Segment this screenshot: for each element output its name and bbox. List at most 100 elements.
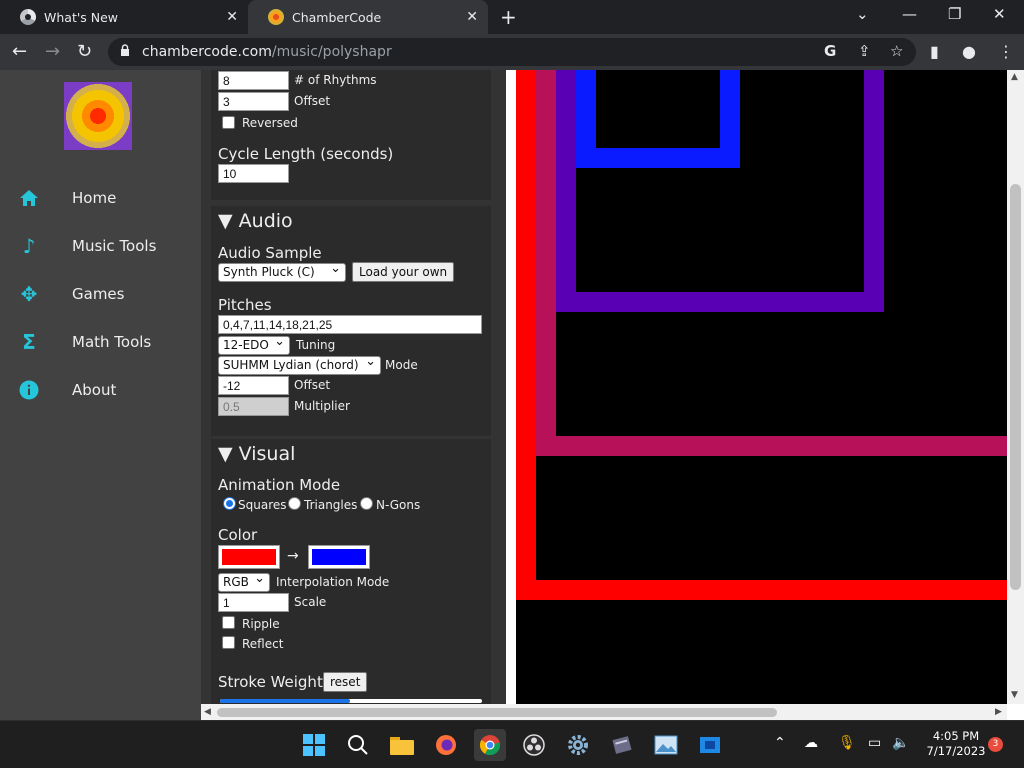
stroke-weight-reset-button[interactable]: reset: [323, 672, 368, 692]
chrome-icon: [20, 9, 36, 25]
pitches-input[interactable]: [218, 315, 482, 334]
bookmark-star-icon[interactable]: ☆: [890, 42, 903, 60]
canvas-margin: [506, 70, 516, 720]
minimize-icon[interactable]: —: [902, 5, 917, 23]
firefox-icon[interactable]: [430, 729, 462, 761]
cycle-length-input[interactable]: [218, 164, 289, 183]
windows-taskbar: ⌃ ☁ 🎙 ▭ 🔈 4:05 PM 7/17/2023 3: [0, 720, 1024, 768]
close-tab-icon[interactable]: ✕: [226, 9, 238, 25]
nav-item-home[interactable]: Home: [0, 178, 201, 218]
color-from-swatch[interactable]: [218, 545, 280, 569]
pitches-label: Pitches: [218, 296, 272, 314]
volume-icon[interactable]: 🔈: [892, 735, 909, 751]
audio-panel: ▼ Audio Audio Sample Synth Pluck (C) Loa…: [211, 206, 491, 436]
visual-panel: ▼ Visual Animation Mode Squares Triangle…: [211, 439, 491, 720]
scale-input[interactable]: [218, 593, 289, 612]
reflect-checkbox[interactable]: [222, 636, 235, 649]
back-icon[interactable]: ←: [12, 41, 27, 62]
mode-ngons-radio[interactable]: [360, 497, 373, 510]
sigma-icon: Σ: [22, 330, 36, 354]
onedrive-icon[interactable]: ☁: [804, 735, 818, 751]
horizontal-scrollbar[interactable]: ◀ ▶: [201, 704, 1007, 720]
web-page: Home ♪ Music Tools ✥ Games Σ Math Tools …: [0, 70, 1024, 720]
ripple-checkbox[interactable]: [222, 616, 235, 629]
audio-sample-label: Audio Sample: [218, 244, 322, 262]
pitch-offset-label: Offset: [294, 378, 331, 392]
nav-item-music-tools[interactable]: ♪ Music Tools: [0, 226, 201, 266]
search-icon[interactable]: [342, 729, 374, 761]
tuning-select[interactable]: 12-EDO: [218, 334, 290, 355]
interpolation-select[interactable]: RGB: [218, 571, 270, 592]
nav-item-about[interactable]: About: [0, 370, 201, 410]
browser-toolbar: ← → ↻ chambercode.com/music/polyshapr G …: [0, 34, 1024, 70]
num-rhythms-input[interactable]: [218, 71, 289, 90]
restore-icon[interactable]: ❐: [948, 5, 961, 23]
profile-icon[interactable]: ●: [962, 42, 976, 61]
notification-badge[interactable]: 3: [988, 737, 1003, 752]
tab-chambercode[interactable]: ChamberCode ✕: [248, 0, 488, 34]
microphone-icon[interactable]: 🎙: [838, 735, 856, 751]
clock-date: 7/17/2023: [926, 744, 986, 758]
address-bar[interactable]: chambercode.com/music/polyshapr G ⇪ ☆: [108, 38, 916, 66]
taskbar-clock[interactable]: 4:05 PM 7/17/2023: [920, 729, 992, 759]
reload-icon[interactable]: ↻: [77, 41, 92, 62]
chrome-taskbar-icon[interactable]: [474, 729, 506, 761]
visual-section-toggle[interactable]: ▼ Visual: [218, 443, 295, 465]
scroll-right-icon[interactable]: ▶: [995, 707, 1002, 717]
settings-gear-icon[interactable]: [562, 729, 594, 761]
file-explorer-icon[interactable]: [386, 729, 418, 761]
pitch-offset-input[interactable]: [218, 376, 289, 395]
nav-label: Music Tools: [72, 237, 157, 255]
tab-search-icon[interactable]: ⌄: [856, 5, 869, 23]
video-editor-icon[interactable]: [606, 729, 638, 761]
mode-select[interactable]: SUHMM Lydian (chord): [218, 354, 381, 375]
vertical-scrollbar[interactable]: ▲ ▼: [1007, 70, 1024, 704]
gamepad-icon: ✥: [20, 282, 38, 306]
num-rhythms-label: # of Rhythms: [294, 73, 377, 87]
arrow-icon: →: [287, 548, 299, 564]
animation-mode-label: Animation Mode: [218, 476, 341, 494]
reversed-checkbox[interactable]: [222, 116, 235, 129]
forward-icon[interactable]: →: [45, 41, 60, 62]
scroll-left-icon[interactable]: ◀: [204, 707, 211, 717]
close-tab-icon[interactable]: ✕: [466, 9, 478, 25]
horizontal-scroll-thumb[interactable]: [217, 708, 777, 717]
mode-squares-radio[interactable]: [223, 497, 236, 510]
chambercode-logo[interactable]: [64, 82, 132, 150]
nav-item-games[interactable]: ✥ Games: [0, 274, 201, 314]
vertical-scroll-thumb[interactable]: [1010, 184, 1021, 590]
scroll-up-icon[interactable]: ▲: [1011, 72, 1018, 82]
new-tab-button[interactable]: +: [500, 5, 517, 29]
color-to-swatch[interactable]: [308, 545, 370, 569]
show-hidden-icons-icon[interactable]: ⌃: [774, 735, 786, 751]
close-window-icon[interactable]: ✕: [993, 5, 1006, 23]
animation-canvas[interactable]: [516, 70, 1007, 704]
lock-icon: [121, 44, 129, 56]
square-shape: [576, 70, 740, 168]
rhythm-offset-input[interactable]: [218, 92, 289, 111]
network-icon[interactable]: ▭: [868, 735, 881, 751]
tab-title: What's New: [44, 9, 119, 25]
load-your-own-button[interactable]: Load your own: [352, 262, 455, 282]
side-panel-icon[interactable]: ▮: [930, 42, 939, 61]
start-menu-icon[interactable]: [298, 729, 330, 761]
nav-label: About: [72, 381, 117, 399]
cycle-length-label: Cycle Length (seconds): [218, 145, 394, 163]
nav-item-math-tools[interactable]: Σ Math Tools: [0, 322, 201, 362]
obs-icon[interactable]: [518, 729, 550, 761]
browser-tab-bar: What's New ✕ ChamberCode ✕ + ⌄ — ❐ ✕: [0, 0, 1024, 34]
reversed-label: Reversed: [242, 116, 298, 130]
share-icon[interactable]: ⇪: [858, 42, 871, 60]
slider-fill: [220, 699, 350, 703]
tab-whats-new[interactable]: What's New ✕: [0, 0, 248, 34]
movies-icon[interactable]: [694, 729, 726, 761]
photos-icon[interactable]: [650, 729, 682, 761]
audio-sample-select[interactable]: Synth Pluck (C): [218, 261, 346, 282]
audio-section-toggle[interactable]: ▼ Audio: [218, 210, 293, 232]
mode-triangles-radio[interactable]: [288, 497, 301, 510]
google-icon[interactable]: G: [824, 42, 836, 60]
reflect-label: Reflect: [242, 637, 284, 651]
stroke-weight-slider[interactable]: [220, 699, 482, 703]
scroll-down-icon[interactable]: ▼: [1011, 690, 1018, 700]
menu-icon[interactable]: ⋮: [998, 42, 1014, 61]
